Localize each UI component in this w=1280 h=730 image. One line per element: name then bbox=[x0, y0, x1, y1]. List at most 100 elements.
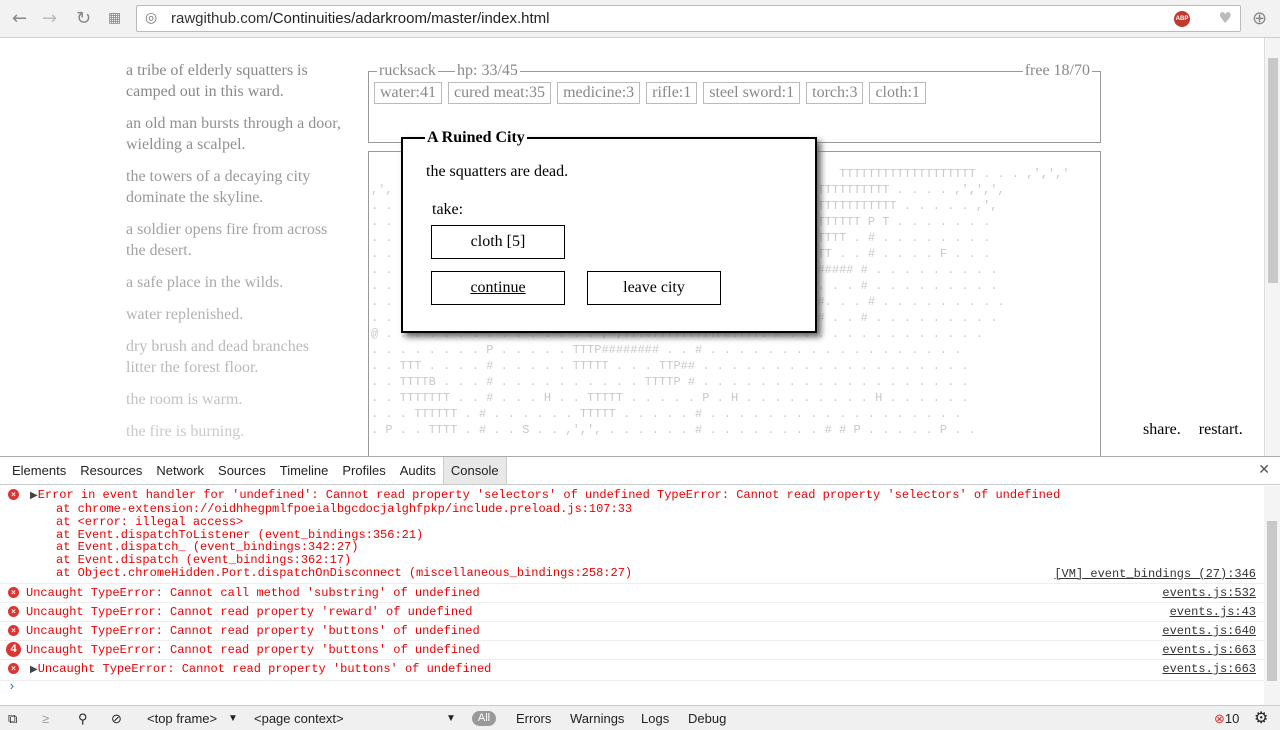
tab-timeline[interactable]: Timeline bbox=[273, 457, 336, 484]
back-icon[interactable]: ← bbox=[12, 8, 27, 29]
console-message: × Uncaught TypeError: Cannot read propert… bbox=[0, 603, 1264, 622]
adblock-icon[interactable]: ABP bbox=[1174, 11, 1190, 27]
expand-triangle-icon[interactable]: ▶ bbox=[30, 665, 38, 676]
map-row: . . TTTTTTT . . # . . . H . . TTTTT . . … bbox=[371, 391, 969, 405]
restart-link[interactable]: restart. bbox=[1199, 421, 1243, 438]
message-source-link[interactable]: events.js:640 bbox=[1162, 625, 1256, 637]
rucksack-item: steel sword:1 bbox=[703, 82, 801, 104]
error-count[interactable]: ⊗10 bbox=[1214, 711, 1239, 727]
message-text: Uncaught TypeError: Cannot read property… bbox=[26, 604, 473, 619]
leave-city-button[interactable]: leave city bbox=[587, 271, 721, 305]
tab-profiles[interactable]: Profiles bbox=[335, 457, 392, 484]
tab-console[interactable]: Console bbox=[442, 457, 507, 484]
message-text: Uncaught TypeError: Cannot read property… bbox=[37, 661, 492, 676]
console-message: 4 Uncaught TypeError: Cannot read propert… bbox=[0, 641, 1264, 660]
stack-line: at chrome-extension://oidhhegpmlfpoeialb… bbox=[56, 502, 633, 516]
close-icon[interactable]: ✕ bbox=[1258, 462, 1270, 478]
rucksack-items: water:41 cured meat:35 medicine:3 rifle:1 st… bbox=[374, 82, 926, 104]
map-row: . . TTT . . . . # . . . . . TTTTT . . . … bbox=[371, 359, 969, 373]
rucksack-item: water:41 bbox=[374, 82, 442, 104]
error-icon: × bbox=[8, 586, 19, 598]
message-text: Error in event handler for 'undefined': … bbox=[37, 488, 1061, 502]
filter-errors[interactable]: Errors bbox=[516, 711, 551, 726]
tab-sources[interactable]: Sources bbox=[211, 457, 273, 484]
filter-debug[interactable]: Debug bbox=[688, 711, 726, 726]
console-toolbar: ⧉ ≥ ⚲ ⊘ <top frame> ▼ <page context> ▼ A… bbox=[0, 705, 1280, 730]
chevron-down-icon[interactable]: ▼ bbox=[228, 713, 238, 724]
map-row: . . . . . . . . P . . . . . TTTP########… bbox=[371, 343, 962, 357]
error-icon: × bbox=[8, 624, 19, 636]
rucksack-item: cured meat:35 bbox=[447, 82, 552, 104]
expand-triangle-icon[interactable]: ▶ bbox=[30, 491, 38, 502]
event-dialog: A Ruined City the squatters are dead. ta… bbox=[401, 129, 817, 333]
error-count-value: 10 bbox=[1224, 711, 1240, 726]
frame-select[interactable]: <top frame> bbox=[147, 711, 217, 726]
rucksack-item: medicine:3 bbox=[557, 82, 641, 104]
message-text: Uncaught TypeError: Cannot call method '… bbox=[26, 585, 480, 600]
notification: a soldier opens fire from across the des… bbox=[126, 221, 328, 259]
take-cloth-button[interactable]: cloth [5] bbox=[431, 225, 565, 259]
stack-line: at <error: illegal access> bbox=[56, 514, 244, 529]
search-icon[interactable]: ⚲ bbox=[78, 711, 88, 727]
filter-all[interactable]: All bbox=[472, 711, 496, 726]
address-bar[interactable]: ◎ rawgithub.com/Continuities/adarkroom/m… bbox=[136, 5, 1241, 32]
message-source-link[interactable]: events.js:43 bbox=[1170, 606, 1256, 618]
gear-icon[interactable]: ⚙ bbox=[1254, 708, 1268, 728]
share-link[interactable]: share. bbox=[1143, 421, 1181, 438]
context-select[interactable]: <page context> bbox=[254, 711, 344, 726]
message-source-link[interactable]: events.js:532 bbox=[1162, 587, 1256, 599]
filter-warnings[interactable]: Warnings bbox=[570, 711, 624, 726]
devtools-panel: Elements Resources Network Sources Timeline P… bbox=[0, 456, 1280, 730]
message-source-link[interactable]: events.js:663 bbox=[1162, 644, 1256, 656]
dock-icon[interactable]: ⧉ bbox=[8, 711, 17, 727]
console-scrollbar[interactable] bbox=[1264, 486, 1280, 705]
url-host: rawgithub.com bbox=[171, 10, 269, 27]
console-output: × ▶Error in event handler for 'undefined… bbox=[0, 486, 1264, 705]
devtools-tabs: Elements Resources Network Sources Timeline P… bbox=[0, 457, 1280, 485]
console-message: × ▶Uncaught TypeError: Cannot read proper… bbox=[0, 660, 1264, 681]
error-icon: × bbox=[8, 489, 19, 500]
continue-button[interactable]: continue bbox=[431, 271, 565, 305]
rucksack-item: torch:3 bbox=[806, 82, 864, 104]
message-source-link[interactable]: events.js:663 bbox=[1162, 663, 1256, 675]
heart-icon[interactable]: ♥ bbox=[1219, 9, 1232, 27]
error-icon: 4 bbox=[6, 641, 21, 657]
message-source-link[interactable]: [VM] event_bindings (27):346 bbox=[1054, 568, 1256, 580]
console-message: × Uncaught TypeError: Cannot call method … bbox=[0, 584, 1264, 603]
tab-resources[interactable]: Resources bbox=[73, 457, 149, 484]
filter-logs[interactable]: Logs bbox=[641, 711, 669, 726]
chevron-down-icon[interactable]: ▼ bbox=[446, 713, 456, 724]
reload-icon[interactable]: ↻ bbox=[76, 8, 91, 29]
notification: dry brush and dead branches litter the f… bbox=[126, 338, 310, 376]
rucksack-label: rucksack bbox=[377, 62, 438, 80]
update-icon[interactable]: ⊕ bbox=[1252, 8, 1267, 29]
apps-icon[interactable]: ▦ bbox=[108, 10, 121, 26]
console-message: × Uncaught TypeError: Cannot read propert… bbox=[0, 622, 1264, 641]
page-icon: ◎ bbox=[145, 10, 158, 26]
scroll-thumb[interactable] bbox=[1268, 58, 1278, 283]
free-space: free 18/70 bbox=[1022, 62, 1092, 80]
forward-icon[interactable]: → bbox=[42, 8, 57, 29]
notification: a tribe of elderly squatters is camped o… bbox=[126, 62, 308, 100]
scroll-thumb[interactable] bbox=[1267, 521, 1277, 681]
notifications: a tribe of elderly squatters is camped o… bbox=[126, 60, 341, 453]
drawer-icon[interactable]: ≥ bbox=[42, 711, 49, 726]
map-row: . . TTTTB . . . # . . . . . . . . . . TT… bbox=[371, 375, 969, 389]
tab-elements[interactable]: Elements bbox=[5, 457, 73, 484]
rucksack-item: cloth:1 bbox=[869, 82, 926, 104]
notification: water replenished. bbox=[126, 306, 244, 323]
console-message: × ▶Error in event handler for 'undefined… bbox=[0, 486, 1264, 584]
page-scrollbar[interactable] bbox=[1264, 38, 1280, 456]
error-icon: ⊗ bbox=[1214, 711, 1225, 726]
take-label: take: bbox=[432, 201, 464, 218]
console-prompt[interactable]: › bbox=[0, 680, 1264, 693]
tab-network[interactable]: Network bbox=[149, 457, 211, 484]
clear-icon[interactable]: ⊘ bbox=[111, 711, 122, 727]
notification: a safe place in the wilds. bbox=[126, 274, 284, 291]
notification: the towers of a decaying city dominate t… bbox=[126, 168, 311, 206]
tab-audits[interactable]: Audits bbox=[393, 457, 443, 484]
error-icon: × bbox=[8, 605, 19, 617]
notification: an old man bursts through a door, wieldi… bbox=[126, 115, 341, 153]
rucksack-item: rifle:1 bbox=[646, 82, 698, 104]
message-text: Uncaught TypeError: Cannot read property… bbox=[26, 623, 480, 638]
